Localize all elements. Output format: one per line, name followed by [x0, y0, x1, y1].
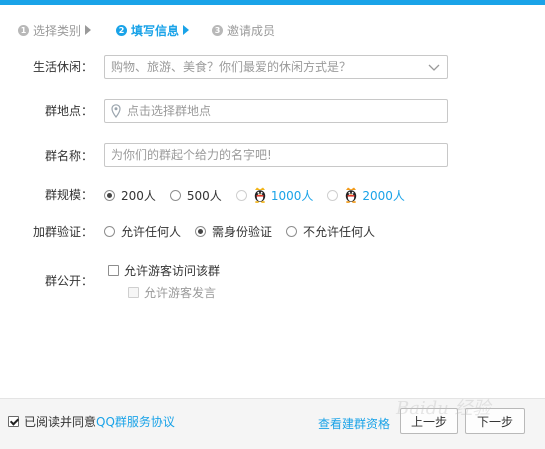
qq-group-service-agreement-link[interactable]: QQ群服务协议 — [96, 413, 175, 430]
group-public-label: 群公开： — [44, 274, 93, 288]
radio-button[interactable] — [195, 225, 207, 237]
scale-option-label: 2000人 — [362, 188, 405, 203]
verify-option-allow-none[interactable]: 不允许任何人 — [286, 223, 375, 240]
step-indicator: 1 选择类别 2 填写信息 3 邀请成员 — [0, 20, 545, 40]
scale-option-label: 200人 — [121, 188, 156, 203]
agreement-text: 已阅读并同意 — [24, 415, 97, 429]
scale-option-200[interactable]: 200人 — [104, 187, 156, 204]
group-name-input[interactable] — [111, 145, 441, 165]
allow-visitor-access-checkbox[interactable]: 允许游客访问该群 — [108, 260, 220, 280]
verify-option-label: 不允许任何人 — [303, 224, 376, 239]
step-arrow-icon — [183, 25, 190, 35]
join-verify-options: 允许任何人 需身份验证 不允许任何人 — [104, 221, 389, 241]
radio-button[interactable] — [104, 189, 115, 201]
group-name-field[interactable] — [104, 143, 448, 167]
baidu-watermark: Baidu 经验 — [394, 386, 534, 422]
verify-option-require-verification[interactable]: 需身份验证 — [195, 223, 272, 240]
checkbox[interactable] — [108, 264, 119, 276]
radio-button[interactable] — [286, 225, 298, 237]
location-input[interactable] — [127, 101, 441, 121]
group-scale-options: 200人 500人 1000人 2000人 — [104, 185, 419, 205]
radio-button[interactable] — [235, 189, 247, 201]
step-invite-members[interactable]: 3 邀请成员 — [212, 20, 275, 40]
radio-button[interactable] — [169, 189, 181, 201]
leisure-select[interactable] — [104, 55, 448, 79]
leisure-input[interactable] — [111, 57, 427, 77]
step-select-category[interactable]: 1 选择类别 — [18, 20, 92, 40]
checkbox[interactable] — [128, 286, 139, 298]
view-group-eligibility-link[interactable]: 查看建群资格 — [318, 415, 390, 432]
qq-penguin-vip-icon — [254, 187, 266, 203]
radio-button[interactable] — [104, 225, 115, 237]
location-field[interactable] — [104, 99, 448, 123]
group-name-label: 群名称： — [44, 149, 93, 163]
join-verify-label: 加群验证： — [32, 225, 93, 239]
checkbox-label: 允许游客访问该群 — [124, 263, 221, 278]
step-label: 填写信息 — [131, 23, 180, 38]
location-pin-icon — [111, 104, 121, 118]
location-label: 群地点： — [44, 104, 93, 118]
scale-option-2000[interactable]: 2000人 — [327, 187, 405, 204]
step-label: 邀请成员 — [227, 23, 276, 38]
step-number: 2 — [116, 24, 127, 36]
group-scale-label: 群规模： — [44, 188, 93, 202]
qq-penguin-svip-icon — [346, 187, 357, 203]
step-fill-info[interactable]: 2 填写信息 — [116, 20, 190, 40]
step-label: 选择类别 — [33, 23, 82, 38]
scale-option-1000[interactable]: 1000人 — [235, 187, 314, 204]
radio-button[interactable] — [327, 189, 339, 201]
step-number: 1 — [18, 24, 29, 36]
scale-option-label: 500人 — [186, 188, 222, 203]
watermark-text: Baidu 经验 — [396, 398, 491, 419]
allow-visitor-speak-checkbox[interactable]: 允许游客发言 — [128, 282, 216, 302]
top-accent-bar — [0, 0, 545, 5]
leisure-label: 生活休闲： — [32, 60, 93, 74]
agreement-checkbox[interactable] — [8, 416, 19, 427]
scale-option-500[interactable]: 500人 — [169, 187, 222, 204]
scale-option-label: 1000人 — [270, 188, 314, 203]
verify-option-label: 允许任何人 — [121, 224, 182, 239]
verify-option-allow-anyone[interactable]: 允许任何人 — [104, 223, 181, 240]
checkbox-label: 允许游客发言 — [144, 285, 217, 300]
verify-option-label: 需身份验证 — [212, 224, 273, 239]
step-number: 3 — [212, 24, 223, 36]
step-arrow-icon — [85, 25, 92, 35]
agreement-checkbox-row[interactable]: 已阅读并同意 QQ群服务协议 — [8, 413, 175, 430]
chevron-down-icon[interactable] — [427, 60, 441, 74]
